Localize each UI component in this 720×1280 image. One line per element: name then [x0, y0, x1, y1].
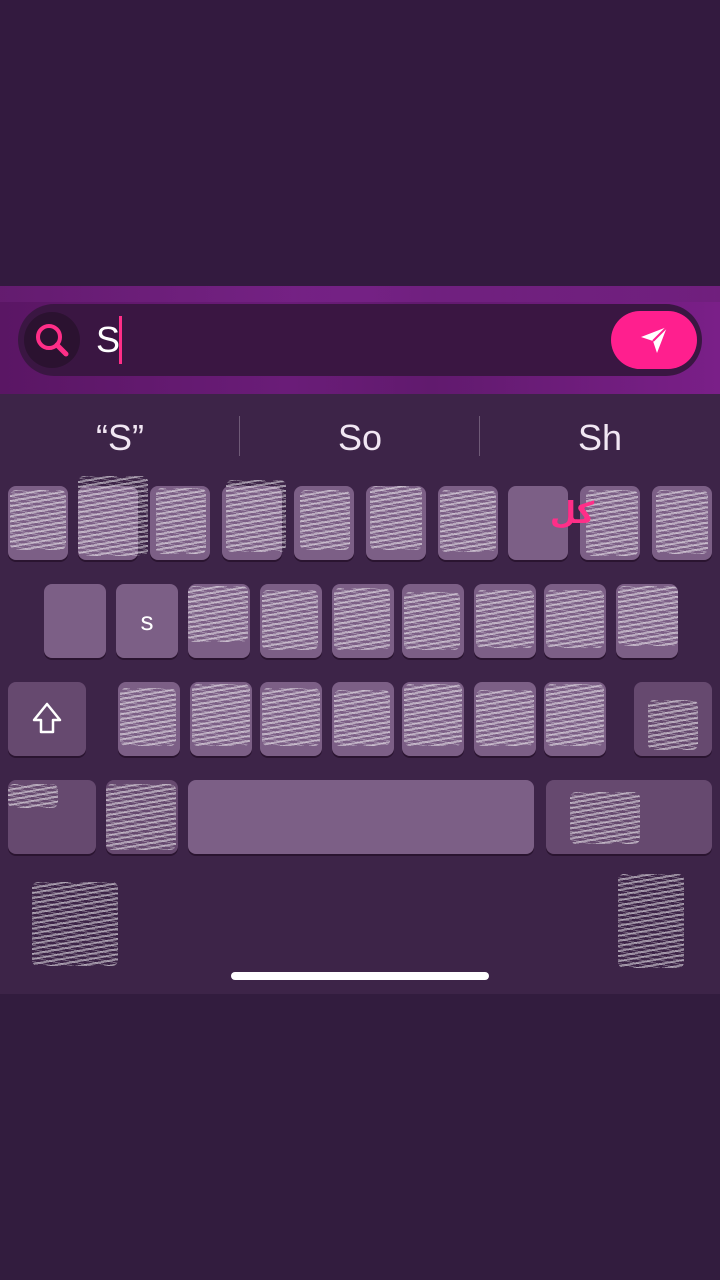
redaction: [78, 476, 148, 556]
redaction: [120, 688, 176, 746]
redaction: [334, 690, 390, 746]
space-key[interactable]: [188, 780, 534, 854]
redaction: [192, 684, 250, 746]
suggestion-2[interactable]: So: [240, 418, 480, 458]
bottom-area: [0, 994, 720, 1280]
search-icon: [36, 324, 69, 357]
redaction: [262, 688, 320, 746]
redaction: [156, 488, 206, 554]
redaction: [546, 684, 604, 746]
redaction: [300, 490, 350, 550]
shift-key[interactable]: [8, 682, 86, 756]
keyboard-glyph: کل: [550, 497, 595, 530]
redaction: [370, 486, 422, 550]
redaction: [188, 586, 248, 642]
redaction: [476, 590, 534, 648]
suggestion-divider: [479, 416, 480, 456]
shift-icon: [32, 702, 62, 734]
redaction: [262, 590, 318, 650]
keyboard-key[interactable]: [44, 584, 106, 658]
redaction: [618, 586, 678, 646]
redaction: [334, 588, 390, 650]
redaction: [656, 490, 708, 554]
redaction: [32, 882, 118, 966]
redaction: [570, 792, 640, 844]
keyboard-key-s[interactable]: s: [116, 584, 178, 658]
redaction: [226, 480, 286, 552]
redaction: [546, 590, 604, 648]
redaction: [404, 592, 460, 650]
redaction: [440, 490, 496, 552]
suggestion-divider: [239, 416, 240, 456]
redaction: [648, 700, 698, 750]
send-icon: [641, 326, 668, 353]
home-indicator[interactable]: [231, 972, 489, 980]
redaction: [8, 784, 58, 808]
redaction: [476, 690, 534, 746]
send-button[interactable]: [611, 311, 697, 369]
key-label-s: s: [140, 606, 154, 636]
redaction: [618, 874, 684, 968]
suggestion-3[interactable]: Sh: [480, 418, 720, 458]
suggestion-1[interactable]: “S”: [0, 418, 240, 458]
search-input[interactable]: [96, 318, 576, 362]
redaction: [404, 684, 462, 746]
redaction: [10, 490, 66, 550]
redaction: [106, 784, 176, 850]
suggestion-bar: “S” So Sh: [0, 394, 720, 478]
text-caret: [119, 316, 122, 364]
search-icon-wrap[interactable]: [24, 312, 80, 368]
